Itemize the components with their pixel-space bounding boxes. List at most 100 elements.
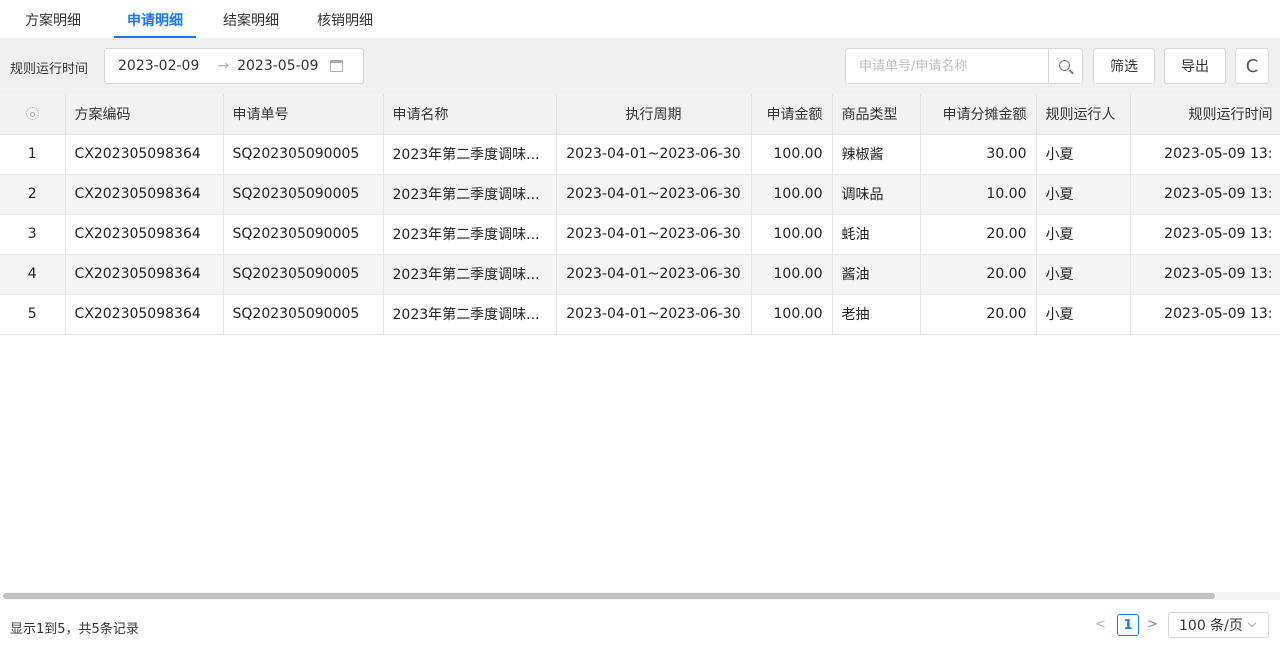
row-index: 2 xyxy=(0,174,66,215)
filter-button[interactable]: 筛选 xyxy=(1093,48,1155,84)
cell-application-name: 2023年第二季度调味... xyxy=(383,294,557,335)
cell-rule-run-time: 2023-05-09 13: xyxy=(1130,214,1280,255)
cell-application-no: SQ202305090005 xyxy=(223,214,384,255)
next-page-button[interactable]: > xyxy=(1147,617,1158,632)
column-header[interactable]: 申请单号 xyxy=(223,94,384,135)
toolbar: 规则运行时间 2023-02-09 → 2023-05-09 筛选 导出 C xyxy=(0,38,1280,94)
cell-allocated-amount: 30.00 xyxy=(920,134,1037,175)
cell-allocated-amount: 20.00 xyxy=(920,294,1037,335)
chevron-down-icon xyxy=(1247,618,1257,628)
column-header[interactable]: 方案编码 xyxy=(65,94,224,135)
cell-rule-run-time: 2023-05-09 13: xyxy=(1130,134,1280,175)
table-row[interactable]: 2 CX202305098364 SQ202305090005 2023年第二季… xyxy=(0,174,1280,215)
scrollbar-thumb[interactable] xyxy=(3,593,1215,599)
date-range-picker[interactable]: 2023-02-09 → 2023-05-09 xyxy=(104,48,364,84)
search-box xyxy=(845,48,1083,84)
table-row[interactable]: 3 CX202305098364 SQ202305090005 2023年第二季… xyxy=(0,214,1280,255)
cell-plan-code: CX202305098364 xyxy=(65,254,224,295)
cell-rule-runner: 小夏 xyxy=(1036,214,1131,255)
tab-label: 申请明细 xyxy=(127,13,183,29)
column-header[interactable]: 执行周期 xyxy=(556,94,752,135)
cell-allocated-amount: 10.00 xyxy=(920,174,1037,215)
cell-rule-runner: 小夏 xyxy=(1036,174,1131,215)
cell-product-type: 辣椒酱 xyxy=(832,134,921,175)
column-header[interactable]: 申请名称 xyxy=(383,94,557,135)
date-end[interactable]: 2023-05-09 xyxy=(237,58,318,74)
cell-rule-run-time: 2023-05-09 13: xyxy=(1130,174,1280,215)
cell-rule-runner: 小夏 xyxy=(1036,134,1131,175)
column-settings[interactable] xyxy=(0,94,66,135)
table-row[interactable]: 4 CX202305098364 SQ202305090005 2023年第二季… xyxy=(0,254,1280,295)
cell-product-type: 蚝油 xyxy=(832,214,921,255)
application-detail-table: 方案编码 申请单号 申请名称 执行周期 申请金额 商品类型 申请分摊金额 规则运… xyxy=(0,94,1280,335)
current-page-button[interactable]: 1 xyxy=(1117,614,1139,636)
table-row[interactable]: 1 CX202305098364 SQ202305090005 2023年第二季… xyxy=(0,134,1280,175)
cell-plan-code: CX202305098364 xyxy=(65,294,224,335)
search-icon xyxy=(1059,59,1070,71)
cell-rule-run-time: 2023-05-09 13: xyxy=(1130,294,1280,335)
cell-plan-code: CX202305098364 xyxy=(65,174,224,215)
cell-application-amount: 100.00 xyxy=(751,214,833,255)
cell-application-name: 2023年第二季度调味... xyxy=(383,134,557,175)
horizontal-scrollbar[interactable] xyxy=(0,592,1280,600)
column-header[interactable]: 规则运行人 xyxy=(1036,94,1131,135)
cell-execution-period: 2023-04-01~2023-06-30 xyxy=(556,174,752,215)
cell-allocated-amount: 20.00 xyxy=(920,214,1037,255)
cell-execution-period: 2023-04-01~2023-06-30 xyxy=(556,214,752,255)
search-input[interactable] xyxy=(846,49,1049,83)
search-button[interactable] xyxy=(1048,49,1082,83)
row-index: 4 xyxy=(0,254,66,295)
tab-bar: 方案明细 申请明细 结案明细 核销明细 xyxy=(0,0,1280,38)
prev-page-button[interactable]: < xyxy=(1095,617,1106,632)
cell-plan-code: CX202305098364 xyxy=(65,214,224,255)
cell-rule-run-time: 2023-05-09 13: xyxy=(1130,254,1280,295)
cell-application-amount: 100.00 xyxy=(751,294,833,335)
cell-application-amount: 100.00 xyxy=(751,174,833,215)
column-header[interactable]: 申请金额 xyxy=(751,94,833,135)
cell-application-no: SQ202305090005 xyxy=(223,174,384,215)
column-header[interactable]: 商品类型 xyxy=(832,94,921,135)
tab-label: 方案明细 xyxy=(25,13,81,29)
row-index: 5 xyxy=(0,294,66,335)
record-summary: 显示1到5，共5条记录 xyxy=(10,622,139,637)
cell-application-name: 2023年第二季度调味... xyxy=(383,174,557,215)
cell-application-name: 2023年第二季度调味... xyxy=(383,214,557,255)
cell-product-type: 酱油 xyxy=(832,254,921,295)
row-index: 3 xyxy=(0,214,66,255)
gear-icon[interactable] xyxy=(25,107,39,121)
cell-execution-period: 2023-04-01~2023-06-30 xyxy=(556,134,752,175)
cell-plan-code: CX202305098364 xyxy=(65,134,224,175)
page-size-select[interactable]: 100 条/页 xyxy=(1168,612,1269,638)
table-header-row: 方案编码 申请单号 申请名称 执行周期 申请金额 商品类型 申请分摊金额 规则运… xyxy=(0,94,1280,135)
column-header[interactable]: 申请分摊金额 xyxy=(920,94,1037,135)
cell-application-no: SQ202305090005 xyxy=(223,294,384,335)
tab-plan-detail[interactable]: 方案明细 xyxy=(0,0,106,38)
row-index: 1 xyxy=(0,134,66,175)
table-container: 方案编码 申请单号 申请名称 执行周期 申请金额 商品类型 申请分摊金额 规则运… xyxy=(0,94,1280,592)
tab-closing-detail[interactable]: 结案明细 xyxy=(206,0,296,38)
cell-application-name: 2023年第二季度调味... xyxy=(383,254,557,295)
export-button[interactable]: 导出 xyxy=(1164,48,1226,84)
pagination-footer: 显示1到5，共5条记录 < 1 > 100 条/页 xyxy=(0,600,1280,646)
date-range-label: 规则运行时间 xyxy=(10,62,89,77)
cell-application-amount: 100.00 xyxy=(751,254,833,295)
column-header[interactable]: 规则运行时间 xyxy=(1130,94,1280,135)
cell-rule-runner: 小夏 xyxy=(1036,254,1131,295)
tab-label: 结案明细 xyxy=(223,13,279,29)
calendar-icon[interactable] xyxy=(330,60,344,72)
cell-application-no: SQ202305090005 xyxy=(223,134,384,175)
cell-execution-period: 2023-04-01~2023-06-30 xyxy=(556,254,752,295)
tab-application-detail[interactable]: 申请明细 xyxy=(114,0,196,38)
cell-execution-period: 2023-04-01~2023-06-30 xyxy=(556,294,752,335)
page-size-value: 100 条/页 xyxy=(1179,618,1243,634)
tab-label: 核销明细 xyxy=(317,13,373,29)
cell-allocated-amount: 20.00 xyxy=(920,254,1037,295)
cell-product-type: 调味品 xyxy=(832,174,921,215)
tab-writeoff-detail[interactable]: 核销明细 xyxy=(300,0,390,38)
cell-rule-runner: 小夏 xyxy=(1036,294,1131,335)
date-start[interactable]: 2023-02-09 xyxy=(118,58,199,74)
cell-application-amount: 100.00 xyxy=(751,134,833,175)
refresh-button[interactable]: C xyxy=(1235,48,1269,84)
cell-product-type: 老抽 xyxy=(832,294,921,335)
table-row[interactable]: 5 CX202305098364 SQ202305090005 2023年第二季… xyxy=(0,294,1280,335)
